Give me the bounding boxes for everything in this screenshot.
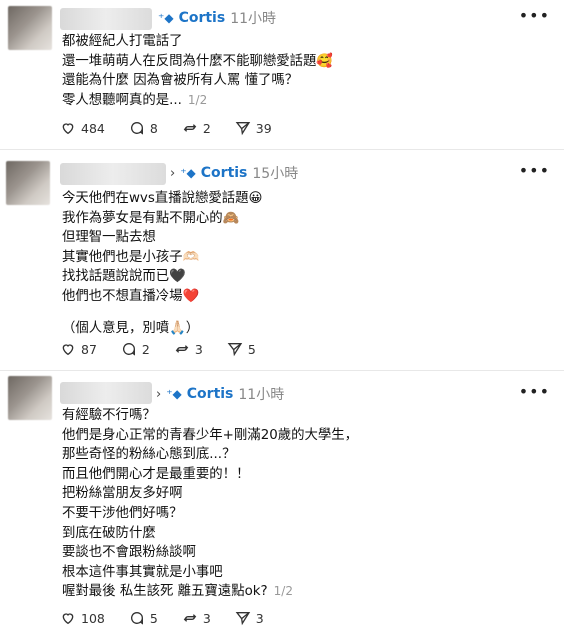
post-line: 但理智一點去想	[62, 230, 156, 246]
share-icon	[235, 612, 250, 626]
share-count: 39	[255, 120, 272, 136]
post-line: 到底在破防什麼	[62, 525, 156, 541]
post-line-text: 喔對最後 私生該死 離五寶遠點ok?	[62, 584, 268, 600]
chevron-right-icon: ›	[156, 386, 162, 402]
share-button[interactable]: 5	[227, 341, 256, 357]
post-actions: 108 5 3 3	[60, 610, 264, 626]
post-note: （個人意見，別噴🙏🏻）	[62, 320, 200, 336]
post-time: 15小時	[252, 166, 299, 182]
share-icon	[235, 122, 250, 136]
share-button[interactable]: 39	[235, 120, 272, 136]
repost-icon	[175, 345, 189, 353]
avatar[interactable]	[6, 161, 50, 205]
topic-tag-icon: ⁺◆	[180, 166, 196, 180]
repost-count: 2	[202, 120, 211, 136]
repost-icon	[183, 614, 197, 622]
page-indicator: 1/2	[187, 92, 208, 107]
repost-count: 3	[194, 341, 203, 357]
username-blurred[interactable]	[60, 382, 152, 404]
post-1: ⁺◆ Cortis 11小時 ••• 都被經紀人打電話了 還一堆萌萌人在反問為什…	[0, 0, 564, 150]
topic-link[interactable]: Cortis	[201, 165, 248, 181]
post-line: 喔對最後 私生該死 離五寶遠點ok? 1/2	[62, 582, 358, 602]
like-count: 484	[81, 120, 105, 136]
more-horizontal-icon[interactable]: •••	[519, 382, 550, 401]
username-blurred[interactable]	[60, 8, 152, 30]
like-button[interactable]: 484	[60, 120, 105, 136]
comment-bubble-icon	[122, 343, 135, 356]
like-button[interactable]: 87	[60, 341, 97, 357]
post-line: 我作為夢女是有點不開心的🙈	[62, 210, 240, 226]
more-horizontal-icon[interactable]: •••	[519, 161, 550, 180]
repost-button[interactable]: 3	[182, 610, 211, 626]
heart-icon	[62, 613, 74, 625]
post-line: 找找話題說說而已🖤	[62, 269, 186, 285]
avatar[interactable]	[8, 6, 52, 50]
post-line: 要談也不會跟粉絲談啊	[62, 545, 196, 561]
post-line: 根本這件事其實就是小事吧	[62, 564, 223, 580]
page-indicator: 1/2	[273, 584, 293, 599]
comment-bubble-icon	[130, 612, 143, 625]
post-line: 都被經紀人打電話了	[62, 34, 183, 49]
post-line: 其實他們也是小孩子🫶🏻	[62, 249, 200, 265]
post-time: 11小時	[238, 387, 285, 403]
post-line: 還能為什麼 因為會被所有人罵 懂了嗎？	[62, 73, 299, 89]
comment-count: 2	[141, 341, 150, 357]
post-line: 今天他們在wvs直播說戀愛話題😀	[62, 191, 263, 206]
post-line: 他們也不想直播冷場❤️	[62, 288, 200, 304]
post-line: 零人想聽啊真的是... 1/2	[62, 91, 333, 111]
post-2: › ⁺◆ Cortis 15小時 ••• 今天他們在wvs直播說戀愛話題😀 我作…	[0, 151, 564, 371]
heart-icon	[62, 123, 74, 135]
post-actions: 484 8 2 39	[60, 120, 272, 136]
topic-tag-icon: ⁺◆	[158, 11, 174, 25]
like-count: 87	[81, 341, 97, 357]
comment-count: 5	[149, 610, 158, 626]
topic-link[interactable]: Cortis	[179, 10, 226, 26]
heart-icon	[62, 344, 74, 356]
post-line: 他們是身心正常的青春少年+剛滿20歲的大學生，	[62, 427, 359, 443]
comment-count: 8	[149, 120, 158, 136]
share-count: 3	[255, 610, 264, 626]
post-3: › ⁺◆ Cortis 11小時 ••• 有經驗不行嗎？ 他們是身心正常的青春少…	[0, 372, 564, 640]
comment-button[interactable]: 5	[129, 610, 158, 626]
comment-button[interactable]: 8	[129, 120, 158, 136]
repost-icon	[183, 124, 197, 132]
chevron-right-icon: ›	[170, 165, 176, 181]
repost-button[interactable]: 3	[174, 341, 203, 357]
comment-bubble-icon	[130, 122, 143, 135]
post-line: 而且他們開心才是最重要的！！	[62, 466, 250, 482]
post-line: 那些奇怪的粉絲心態到底...？	[62, 447, 236, 463]
topic-tag-icon: ⁺◆	[166, 387, 182, 401]
avatar[interactable]	[8, 376, 52, 420]
post-line: 有經驗不行嗎？	[62, 408, 156, 423]
repost-button[interactable]: 2	[182, 120, 211, 136]
username-blurred[interactable]	[60, 163, 166, 185]
more-horizontal-icon[interactable]: •••	[519, 6, 550, 25]
post-line: 把粉絲當朋友多好啊	[62, 486, 183, 502]
post-actions: 87 2 3 5	[60, 341, 256, 357]
topic-link[interactable]: Cortis	[187, 386, 234, 402]
like-button[interactable]: 108	[60, 610, 105, 626]
repost-count: 3	[202, 610, 211, 626]
like-count: 108	[81, 610, 105, 626]
post-body: 有經驗不行嗎？ 他們是身心正常的青春少年+剛滿20歲的大學生， 那些奇怪的粉絲心…	[62, 406, 358, 602]
post-line: 還一堆萌萌人在反問為什麼不能聊戀愛話題🥰	[62, 53, 334, 69]
comment-button[interactable]: 2	[121, 341, 150, 357]
share-count: 5	[247, 341, 256, 357]
post-body: 都被經紀人打電話了 還一堆萌萌人在反問為什麼不能聊戀愛話題🥰 還能為什麼 因為會…	[62, 32, 333, 110]
share-icon	[227, 343, 243, 357]
post-line-text: 零人想聽啊真的是...	[62, 92, 182, 108]
post-time: 11小時	[230, 11, 277, 27]
post-line: 不要干涉他們好嗎？	[62, 505, 183, 521]
post-body: 今天他們在wvs直播說戀愛話題😀 我作為夢女是有點不開心的🙈 但理智一點去想 其…	[62, 189, 263, 338]
share-button[interactable]: 3	[235, 610, 264, 626]
